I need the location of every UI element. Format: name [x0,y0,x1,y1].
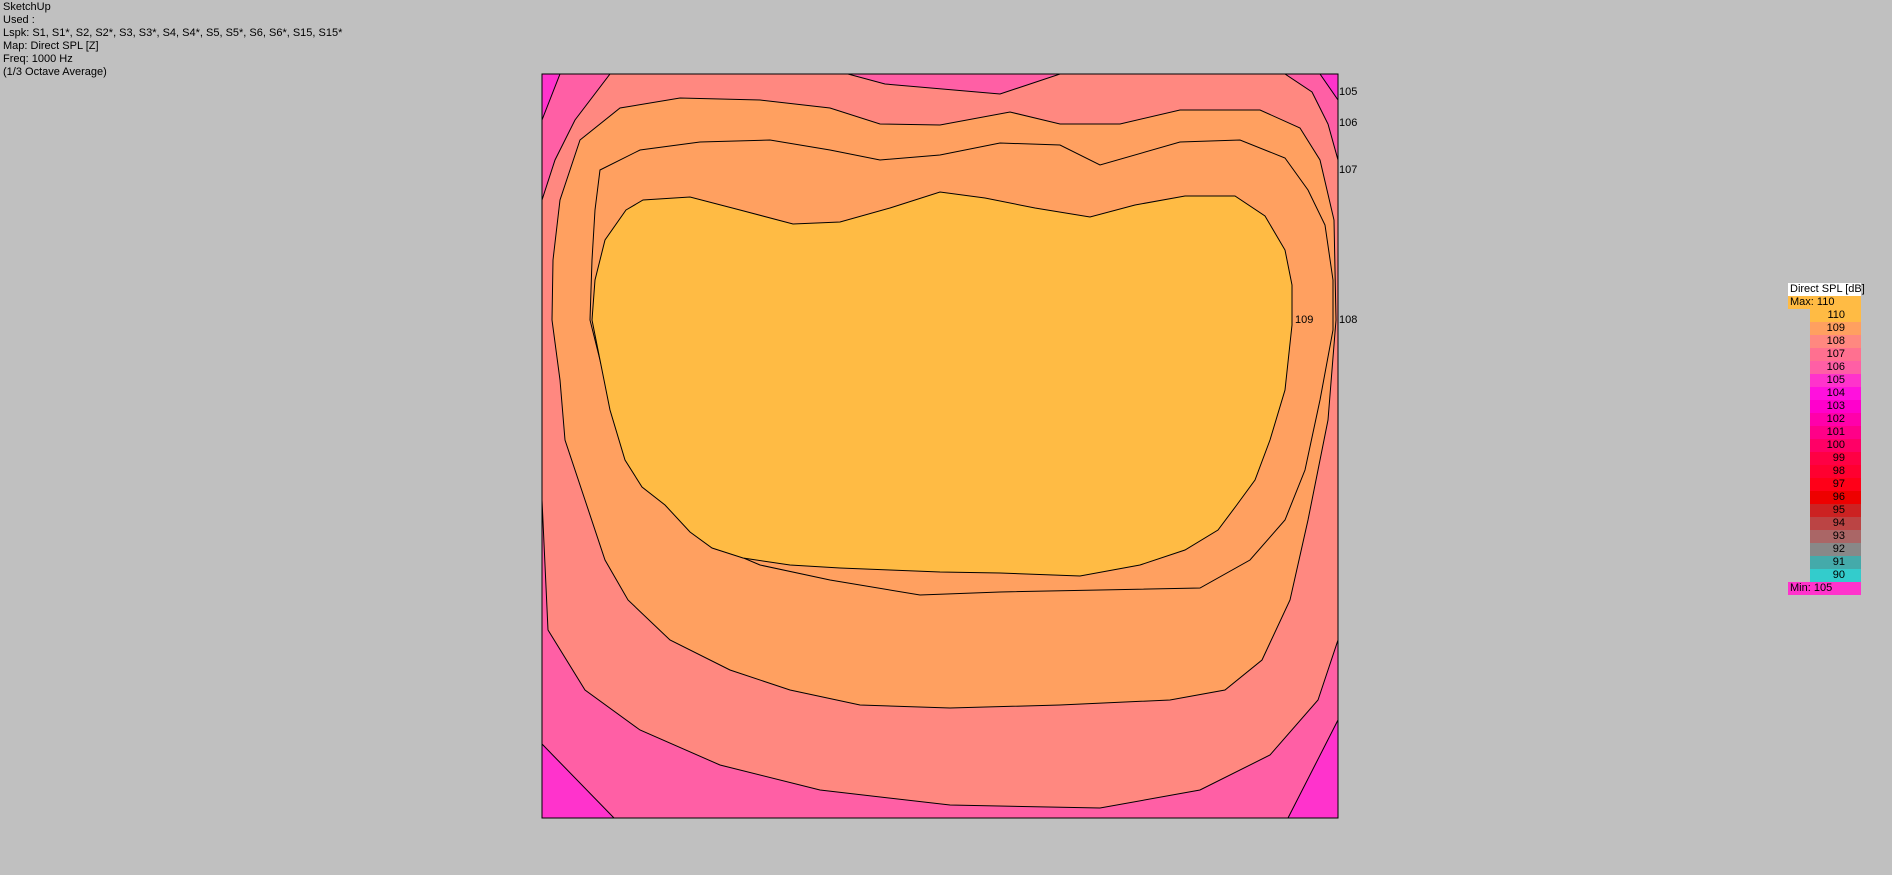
legend-level-98: 98 [1810,465,1861,478]
contour-label-107: 107 [1339,164,1357,176]
legend-level-105: 105 [1810,374,1861,387]
legend-max-row: Max: 110 [1788,296,1861,309]
legend-level-103: 103 [1810,400,1861,413]
legend-level-94: 94 [1810,517,1861,530]
legend-level-109: 109 [1810,322,1861,335]
legend-level-93: 93 [1810,530,1861,543]
legend-level-104: 104 [1810,387,1861,400]
legend-level-90: 90 [1810,569,1861,582]
legend-level-107: 107 [1810,348,1861,361]
legend-level-108: 108 [1810,335,1861,348]
spl-legend: Direct SPL [dB] Max: 110 110 109 108 107 106… [1788,283,1865,595]
legend-level-101: 101 [1810,426,1861,439]
legend-level-95: 95 [1810,504,1861,517]
legend-min-value: 105 [1813,582,1833,594]
legend-level-100: 100 [1810,439,1861,452]
legend-level-106: 106 [1810,361,1861,374]
legend-level-97: 97 [1810,478,1861,491]
legend-max-label: Max: [1790,296,1814,308]
band-110 [591,191,1293,577]
legend-level-99: 99 [1810,452,1861,465]
legend-level-96: 96 [1810,491,1861,504]
contour-label-105: 105 [1339,86,1357,98]
legend-level-91: 91 [1810,556,1861,569]
spl-contour-map: 105 106 107 108 109 [541,73,1357,819]
legend-title: Direct SPL [dB] [1788,283,1865,296]
legend-level-110: 110 [1810,309,1861,322]
legend-max-value: 110 [1816,296,1835,308]
legend-min-label: Min: [1790,582,1811,594]
legend-level-102: 102 [1810,413,1861,426]
contour-label-106: 106 [1339,117,1357,129]
legend-color-scale: 110 109 108 107 106 105 104 103 102 101 100 99 98 97 9… [1810,309,1861,582]
legend-level-92: 92 [1810,543,1861,556]
legend-min-row: Min: 105 [1788,582,1861,595]
contour-label-108: 108 [1339,314,1357,326]
contour-label-109: 109 [1295,314,1313,326]
